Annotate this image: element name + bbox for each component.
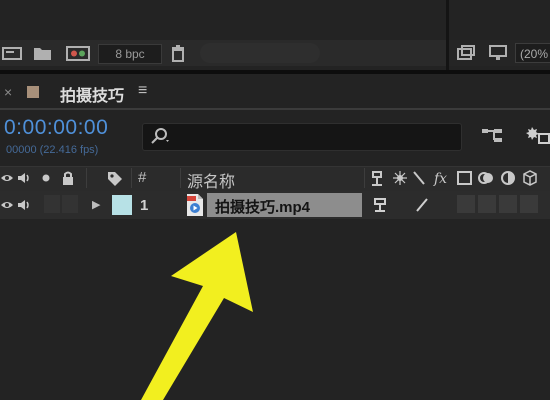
quality-switch-icon[interactable] bbox=[414, 197, 430, 213]
eye-icon bbox=[1, 175, 13, 181]
shy-icon bbox=[372, 171, 382, 186]
header-separator bbox=[180, 168, 181, 188]
snapshot-icon[interactable] bbox=[457, 45, 477, 61]
header-separator bbox=[364, 168, 365, 188]
source-name-header[interactable]: 源名称 bbox=[187, 168, 235, 192]
motion-blur-icon bbox=[478, 172, 493, 184]
comp-icon[interactable] bbox=[2, 45, 24, 61]
lock-switch[interactable] bbox=[62, 195, 78, 213]
thumbnail-slider[interactable] bbox=[200, 43, 320, 63]
current-time-display[interactable]: 0:00:00:00 bbox=[4, 116, 108, 140]
bit-depth-button[interactable]: 8 bpc bbox=[98, 44, 162, 64]
collapse-icon bbox=[393, 171, 407, 185]
header-separator bbox=[86, 168, 87, 188]
expand-triangle-icon[interactable]: ▶ bbox=[92, 198, 100, 211]
lock-icon bbox=[63, 171, 73, 185]
layer-name: 拍摄技巧.mp4 bbox=[215, 199, 311, 216]
3d-layer-icon bbox=[523, 170, 537, 186]
frame-blend-icon bbox=[457, 171, 472, 185]
quality-icon bbox=[413, 171, 425, 185]
frame-count: 00000 (22.416 fps) bbox=[6, 144, 99, 156]
trash-icon[interactable] bbox=[170, 44, 186, 62]
close-tab-icon[interactable]: × bbox=[4, 84, 12, 100]
flowchart-icon[interactable] bbox=[480, 124, 506, 146]
label-icon bbox=[108, 172, 122, 186]
comp-color-swatch bbox=[27, 86, 39, 98]
layer-search-input[interactable] bbox=[142, 123, 462, 151]
3d-switch[interactable] bbox=[520, 195, 538, 213]
adjustment-icon bbox=[501, 171, 515, 185]
file-icon bbox=[187, 194, 203, 216]
tab-underline bbox=[0, 108, 550, 110]
av-switch-header bbox=[1, 171, 73, 185]
layer-number-header[interactable]: # bbox=[138, 169, 146, 186]
frame-blend-switch[interactable] bbox=[457, 195, 475, 213]
eye-icon bbox=[1, 202, 13, 208]
fx-icon: fx bbox=[433, 171, 447, 187]
zoom-dropdown[interactable]: (20% bbox=[515, 43, 550, 63]
layer-number: 1 bbox=[140, 197, 149, 214]
switches-header: fx bbox=[372, 170, 537, 187]
panel-menu-icon[interactable]: ≡ bbox=[138, 82, 147, 100]
audio-icon bbox=[18, 200, 29, 210]
shy-switch-icon[interactable] bbox=[372, 197, 388, 213]
color-settings-icon[interactable] bbox=[66, 45, 92, 61]
motion-blur-switch[interactable] bbox=[478, 195, 496, 213]
tab-title[interactable]: 拍摄技巧 bbox=[60, 82, 124, 106]
audio-icon bbox=[18, 173, 29, 183]
render-icon[interactable] bbox=[526, 124, 550, 146]
search-icon bbox=[151, 128, 169, 144]
solo-switch[interactable] bbox=[44, 195, 60, 213]
layer-av-switches[interactable] bbox=[0, 197, 40, 213]
folder-icon[interactable] bbox=[33, 45, 53, 61]
adjustment-switch[interactable] bbox=[499, 195, 517, 213]
solo-icon bbox=[42, 174, 50, 182]
layer-label-color[interactable] bbox=[112, 195, 132, 215]
header-separator bbox=[131, 168, 132, 188]
monitor-icon[interactable] bbox=[489, 45, 509, 61]
